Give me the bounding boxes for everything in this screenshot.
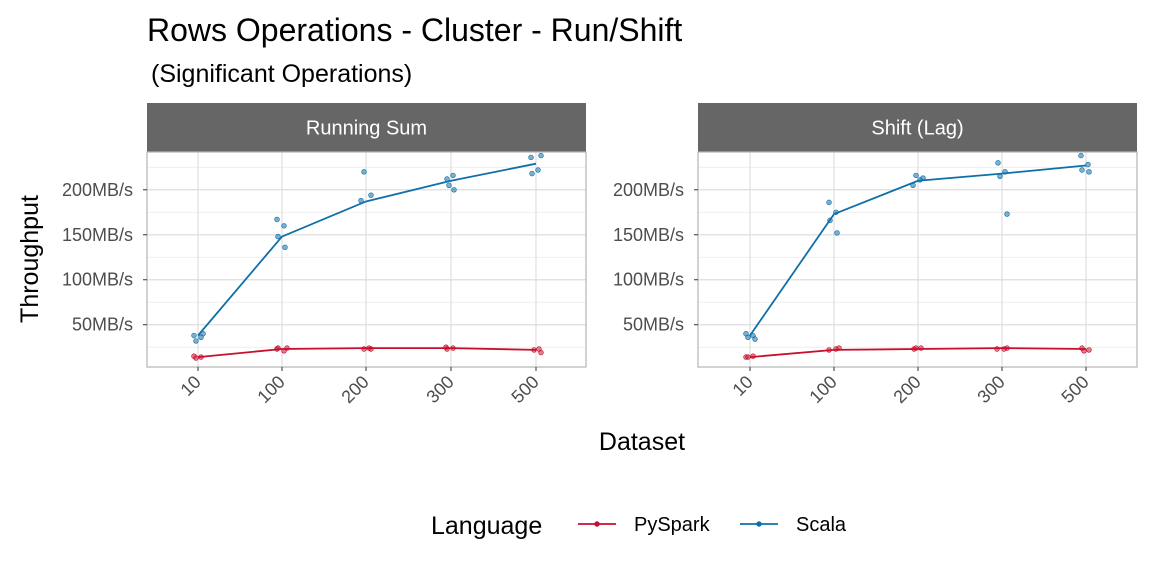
y-tick-label: 50MB/s: [72, 315, 133, 335]
x-tick-label: 200: [337, 372, 372, 407]
x-tick-label: 200: [889, 372, 924, 407]
x-tick-label: 300: [422, 372, 457, 407]
data-point-scala: [913, 172, 919, 179]
x-tick-label: 100: [805, 372, 840, 407]
x-axis-title: Dataset: [599, 428, 685, 456]
y-tick-label: 200MB/s: [62, 180, 133, 200]
data-point-scala: [281, 223, 287, 229]
y-tick-label: 150MB/s: [62, 225, 133, 245]
data-point-scala: [745, 334, 751, 341]
faceted-line-chart: Running Sum 50MB/s 100MB/s 150MB/s 200MB/s 10…: [16, 103, 1138, 540]
data-point-scala: [193, 338, 199, 344]
data-point-scala: [826, 199, 832, 206]
data-point-scala: [1004, 211, 1010, 217]
legend-key-point: [594, 521, 600, 527]
data-point-scala: [191, 332, 197, 339]
data-point-scala: [535, 167, 541, 173]
data-point-scala: [361, 169, 367, 175]
data-point-pyspark: [745, 354, 751, 360]
data-point-scala: [752, 336, 758, 342]
data-point-scala: [446, 182, 452, 188]
y-axis-title: Throughput: [16, 195, 44, 323]
data-point-pyspark: [538, 349, 544, 356]
data-point-scala: [450, 172, 456, 179]
y-tick-label: 100MB/s: [613, 270, 684, 290]
data-point-scala: [1079, 167, 1085, 173]
data-point-scala: [368, 192, 374, 198]
y-tick-label: 150MB/s: [613, 225, 684, 245]
data-point-scala: [1078, 152, 1084, 159]
y-tick-label: 100MB/s: [62, 270, 133, 290]
legend-title: Language: [431, 512, 542, 540]
x-tick-label: 10: [729, 372, 757, 400]
data-point-scala: [834, 230, 840, 236]
x-tick-label: 500: [1057, 372, 1092, 407]
data-point-pyspark: [1086, 347, 1092, 353]
x-tick-label: 10: [177, 372, 205, 400]
y-tick-label: 200MB/s: [613, 180, 684, 200]
legend-key-point: [756, 521, 762, 527]
data-point-scala: [538, 152, 544, 159]
legend-label-pyspark: PySpark: [634, 514, 711, 536]
data-point-scala: [995, 160, 1001, 166]
x-tick-label: 300: [973, 372, 1008, 407]
x-tick-label: 500: [507, 372, 542, 407]
data-point-pyspark: [193, 355, 199, 361]
data-point-scala: [282, 244, 288, 251]
data-point-scala: [274, 216, 280, 223]
data-point-scala: [528, 154, 534, 161]
facet-label: Running Sum: [306, 118, 427, 140]
data-point-scala: [1085, 161, 1091, 168]
y-tick-label: 50MB/s: [623, 315, 684, 335]
data-point-scala: [1086, 169, 1092, 175]
x-tick-label: 100: [253, 372, 288, 407]
data-point-scala: [451, 187, 457, 193]
legend-label-scala: Scala: [796, 514, 847, 536]
facet-label: Shift (Lag): [871, 118, 963, 140]
data-point-scala: [529, 170, 535, 177]
